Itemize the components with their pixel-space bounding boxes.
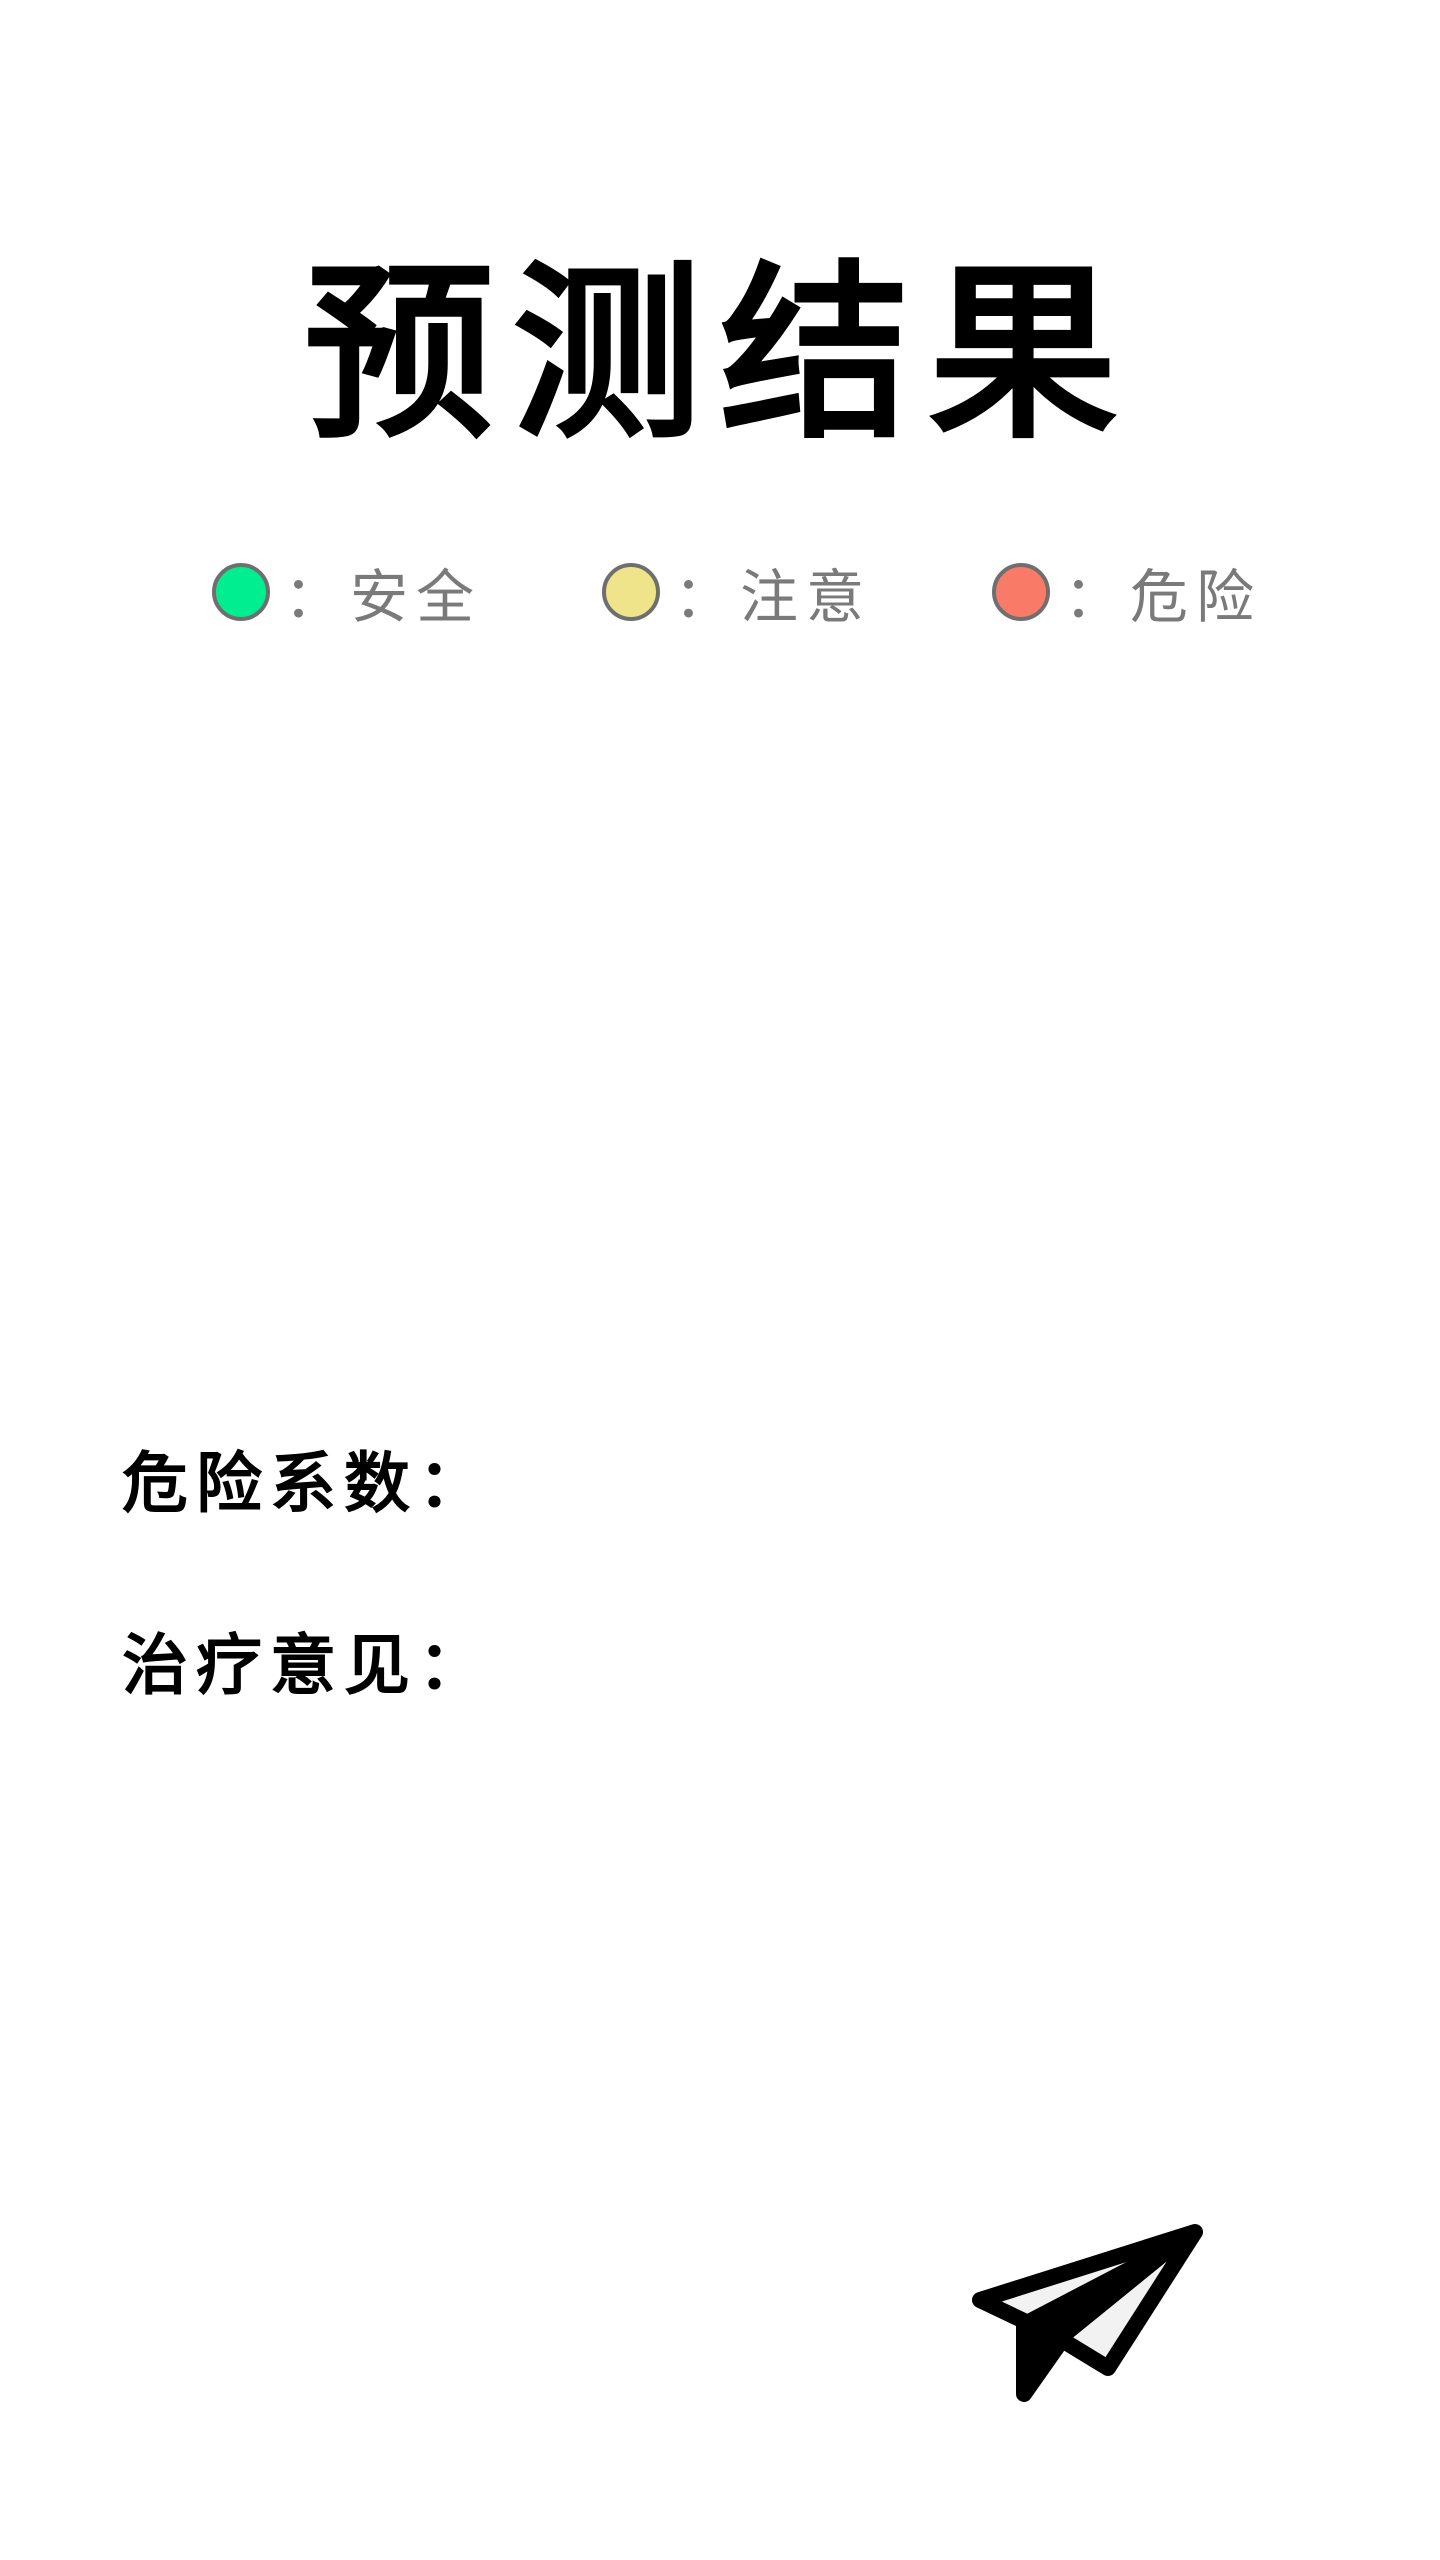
legend-label-safe: ：安全 [284,563,483,631]
send-button[interactable] [960,2218,1210,2408]
treatment-advice-label: 治疗意见： [122,1627,492,1704]
danger-indicator-dot [992,563,1050,621]
legend-item-caution: ：注意 [602,552,872,632]
risk-legend: ：安全 ：注意 ：危险 [0,552,1440,632]
safe-indicator-dot [212,563,270,621]
legend-item-danger: ：危险 [992,552,1262,632]
risk-coefficient-row: 危险系数： [122,1430,502,1526]
legend-item-safe: ：安全 [212,552,482,632]
legend-label-danger: ：危险 [1064,563,1263,631]
paper-plane-icon [972,2224,1203,2402]
caution-indicator-dot [602,563,660,621]
legend-label-caution: ：注意 [674,563,873,631]
page-title: 预测结果 [303,244,1136,465]
risk-coefficient-label: 危险系数： [122,1445,492,1522]
treatment-advice-row: 治疗意见： [122,1612,502,1708]
